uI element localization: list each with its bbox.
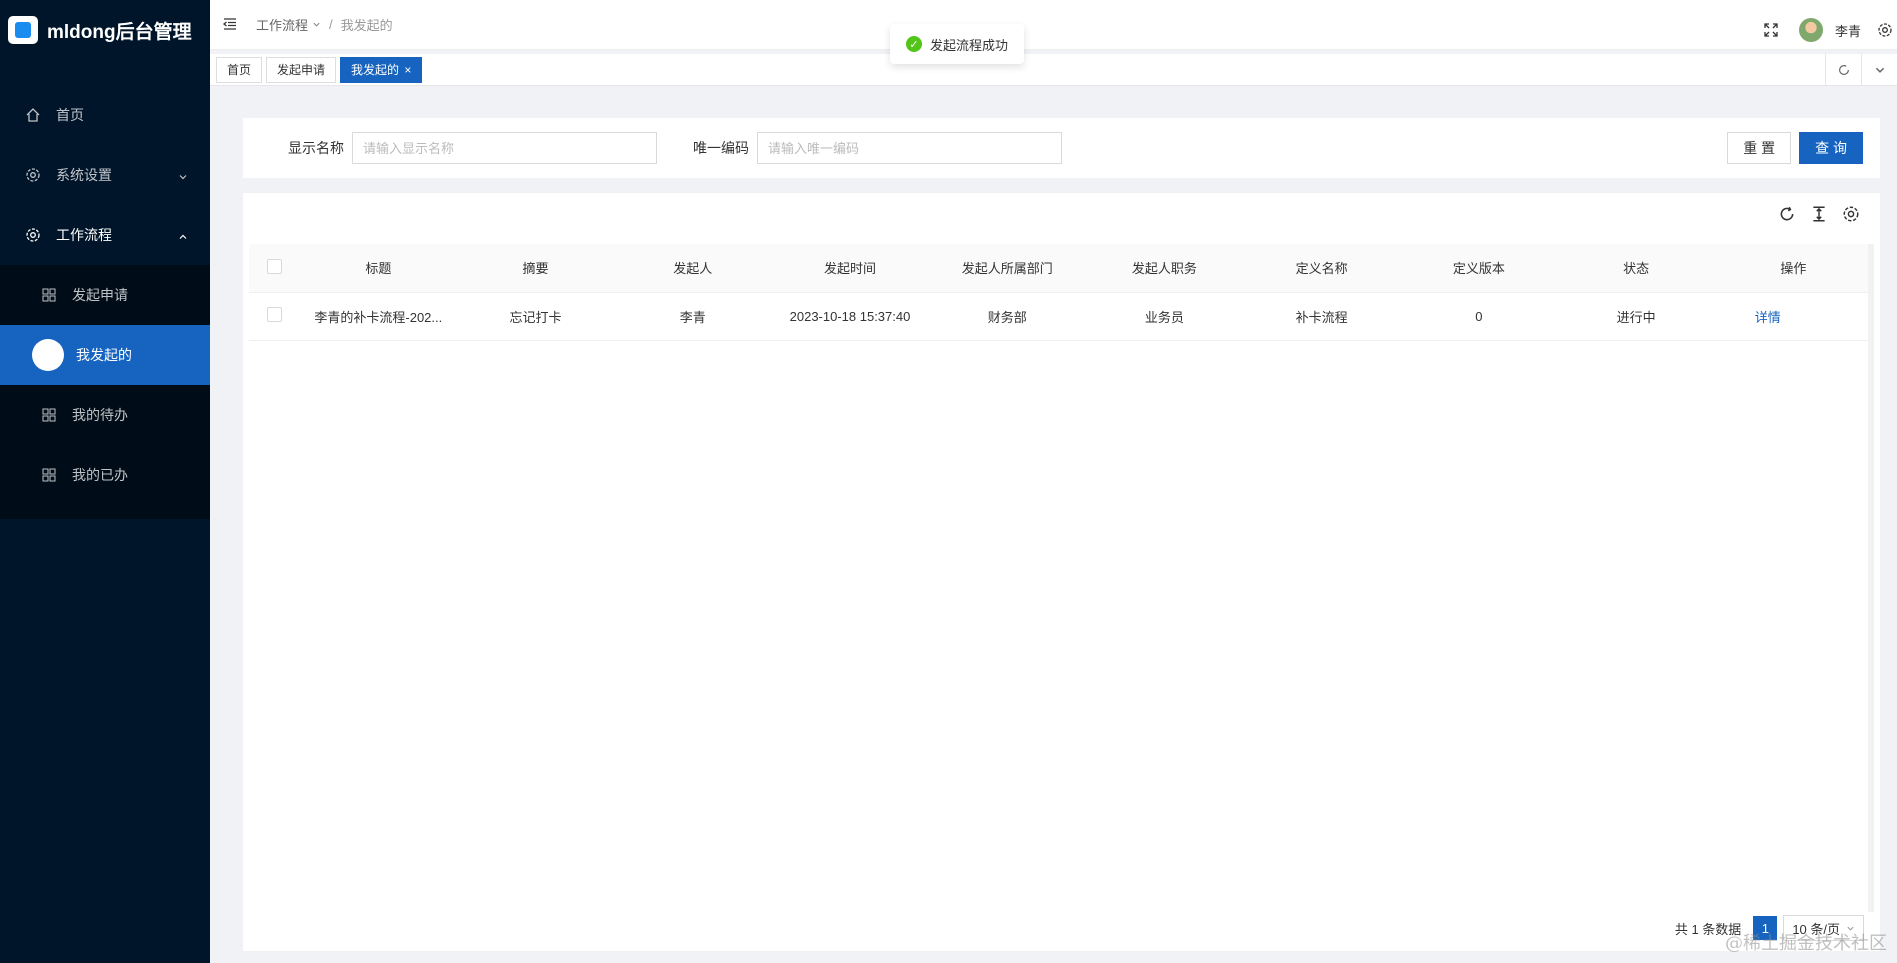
column-header[interactable]: 操作: [1714, 244, 1872, 293]
success-toast: ✓ 发起流程成功: [890, 24, 1025, 64]
sidebar-item-label: 工作流程: [56, 227, 112, 243]
results-card: 标题 摘要 发起人 发起时间 发起人所属部门 发起人职务 定义名称 定义版本 状…: [243, 193, 1880, 951]
breadcrumb: 工作流程 / 我发起的: [256, 15, 393, 34]
chevron-down-icon[interactable]: [1861, 54, 1897, 86]
chevron-down-icon: [178, 169, 188, 185]
column-header[interactable]: 发起人: [614, 244, 772, 293]
settings-icon[interactable]: [1877, 22, 1893, 38]
grid-icon: [40, 466, 58, 484]
search-actions: 重 置 查 询: [1727, 132, 1863, 164]
select-all-cell: [249, 244, 300, 293]
table-header-row: 标题 摘要 发起人 发起时间 发起人所属部门 发起人职务 定义名称 定义版本 状…: [249, 244, 1872, 293]
table-toolbar: [1778, 205, 1860, 223]
search-form: 显示名称 唯一编码 重 置 查 询: [243, 118, 1880, 178]
sidebar-item-label: 系统设置: [56, 167, 112, 183]
display-name-label: 显示名称: [288, 140, 344, 156]
table-scrollbar[interactable]: [1868, 244, 1874, 912]
header-actions: 李青: [1763, 0, 1897, 60]
cell-initiator: 李青: [614, 292, 772, 341]
unique-code-label: 唯一编码: [693, 140, 749, 156]
cell-summary: 忘记打卡: [456, 292, 615, 341]
circle-icon: [32, 339, 64, 371]
cell-time: 2023-10-18 15:37:40: [771, 292, 929, 341]
column-height-icon[interactable]: [1810, 205, 1828, 223]
cell-status: 进行中: [1557, 292, 1715, 341]
grid-icon: [40, 406, 58, 424]
username[interactable]: 李青: [1835, 21, 1861, 40]
toast-message: 发起流程成功: [930, 37, 1009, 53]
select-all-checkbox[interactable]: [266, 258, 282, 274]
sidebar-item-system-settings[interactable]: 系统设置: [0, 145, 210, 205]
column-header[interactable]: 状态: [1557, 244, 1715, 293]
cell-position: 业务员: [1085, 292, 1244, 341]
breadcrumb-separator: /: [329, 17, 333, 32]
cell-title: 李青的补卡流程-202...: [299, 292, 457, 341]
settings-icon[interactable]: [1842, 205, 1860, 223]
logo-icon: [8, 16, 38, 44]
cell-dept: 财务部: [928, 292, 1086, 341]
tab-home[interactable]: 首页: [216, 56, 263, 83]
top-header: 工作流程 / 我发起的 李青: [210, 0, 1897, 50]
column-header[interactable]: 摘要: [456, 244, 615, 293]
menu-fold-icon[interactable]: [222, 16, 240, 34]
app-title: mldong后台管理: [47, 21, 192, 43]
sidebar-item-label: 首页: [56, 107, 84, 123]
cell-def-name: 补卡流程: [1243, 292, 1401, 341]
tab-label: 我发起的: [351, 62, 400, 77]
sidebar-item-label: 我的已办: [72, 467, 128, 483]
tab-my-initiated[interactable]: 我发起的 ×: [340, 56, 423, 83]
sidebar: mldong后台管理 首页 系统设置 工作流程 发起申请 我发起的 我的待办 我…: [0, 0, 210, 963]
close-icon[interactable]: ×: [404, 63, 411, 77]
home-icon: [24, 106, 42, 124]
refresh-icon[interactable]: [1825, 54, 1861, 86]
app-logo[interactable]: mldong后台管理: [0, 0, 210, 60]
avatar[interactable]: [1798, 18, 1823, 42]
sidebar-item-home[interactable]: 首页: [0, 85, 210, 145]
display-name-input[interactable]: [352, 132, 657, 164]
submenu-spacer: [0, 505, 210, 519]
column-header[interactable]: 发起时间: [771, 244, 929, 293]
check-circle-icon: ✓: [906, 36, 922, 52]
sidebar-item-label: 发起申请: [72, 287, 128, 303]
column-header[interactable]: 定义名称: [1243, 244, 1401, 293]
chevron-down-icon: [312, 17, 321, 32]
fullscreen-icon[interactable]: [1763, 22, 1779, 38]
gear-icon: [24, 166, 42, 184]
tab-start-application[interactable]: 发起申请: [266, 56, 337, 83]
cell-action: 详情: [1714, 292, 1872, 341]
tabs-actions: [1825, 54, 1897, 86]
grid-icon: [40, 286, 58, 304]
column-header[interactable]: 发起人所属部门: [928, 244, 1086, 293]
sidebar-item-my-todo[interactable]: 我的待办: [0, 385, 210, 445]
chevron-up-icon: [178, 229, 188, 245]
row-checkbox[interactable]: [266, 307, 282, 322]
gear-icon: [24, 226, 42, 244]
breadcrumb-current: 我发起的: [340, 18, 393, 33]
sidebar-item-my-done[interactable]: 我的已办: [0, 445, 210, 505]
column-header[interactable]: 定义版本: [1400, 244, 1558, 293]
breadcrumb-workflow[interactable]: 工作流程: [256, 15, 308, 34]
watermark: @稀土掘金技术社区: [1725, 933, 1887, 954]
sidebar-item-start-application[interactable]: 发起申请: [0, 265, 210, 325]
unique-code-input[interactable]: [757, 132, 1062, 164]
workflow-submenu: 发起申请 我发起的 我的待办 我的已办: [0, 265, 210, 519]
sidebar-item-my-initiated[interactable]: 我发起的: [0, 325, 210, 385]
sidebar-item-label: 我的待办: [72, 407, 128, 423]
sidebar-item-label: 我发起的: [76, 347, 132, 363]
column-header[interactable]: 标题: [299, 244, 457, 293]
tabs-bar: 首页 发起申请 我发起的 ×: [210, 54, 1897, 86]
row-select-cell: [249, 292, 300, 341]
reset-button[interactable]: 重 置: [1727, 132, 1792, 164]
refresh-icon[interactable]: [1778, 205, 1796, 223]
detail-link[interactable]: 详情: [1755, 310, 1781, 325]
query-button[interactable]: 查 询: [1799, 132, 1863, 164]
sidebar-item-workflow[interactable]: 工作流程: [0, 205, 210, 265]
table-row: 李青的补卡流程-202... 忘记打卡 李青 2023-10-18 15:37:…: [249, 292, 1872, 341]
results-table: 标题 摘要 发起人 发起时间 发起人所属部门 发起人职务 定义名称 定义版本 状…: [249, 244, 1872, 341]
cell-def-version: 0: [1400, 292, 1558, 341]
column-header[interactable]: 发起人职务: [1085, 244, 1244, 293]
